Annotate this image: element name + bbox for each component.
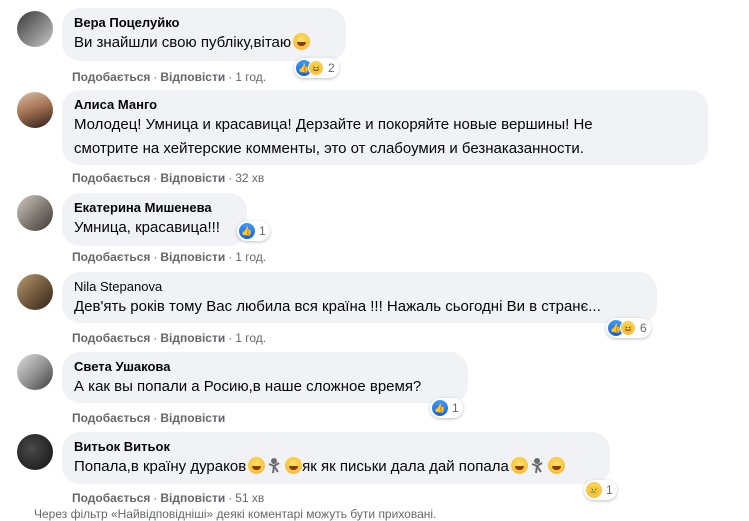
comment-bubble: Екатерина Мишенева Умница, красавица!!!: [62, 193, 247, 246]
separator-dot: ·: [228, 250, 233, 264]
comment-text: Попала,в країну дураков як як письки дала…: [74, 455, 598, 479]
comment-text-content: Ви знайшли свою публіку,вітаю: [74, 34, 292, 51]
reaction-count: 2: [328, 61, 335, 75]
laugh-emoji-icon: [510, 457, 528, 474]
separator-dot: ·: [153, 171, 158, 185]
sad-reaction-icon: 😢: [586, 482, 602, 498]
comment-time[interactable]: 1 год.: [235, 70, 266, 84]
comment-text: А как вы попали а Росию,в наше сложное в…: [74, 378, 422, 395]
comment-text-part: як як письки дала дай попала: [302, 458, 509, 475]
reply-link[interactable]: Відповісти: [160, 331, 225, 345]
reaction-summary[interactable]: 😢 1: [584, 480, 617, 500]
separator-dot: ·: [228, 171, 233, 185]
comment-author[interactable]: Алиса Манго: [74, 97, 696, 113]
comment-text-part: Попала,в країну дураков: [74, 458, 247, 475]
reply-link[interactable]: Відповісти: [160, 70, 225, 84]
separator-dot: ·: [228, 70, 233, 84]
comment-author[interactable]: Вера Поцелуйко: [74, 15, 334, 31]
reply-link[interactable]: Відповісти: [160, 171, 225, 185]
comment-author[interactable]: Nila Stepanova: [74, 279, 645, 295]
comment-time[interactable]: 1 год.: [235, 250, 266, 264]
like-reaction-icon: 👍: [239, 223, 255, 239]
comment-actions: Подобається · Відповісти · 32 хв: [72, 170, 264, 186]
dancing-figure-icon: [531, 458, 543, 474]
separator-dot: ·: [153, 411, 158, 425]
avatar[interactable]: [17, 92, 53, 128]
like-reaction-icon: 👍: [432, 400, 448, 416]
comment-bubble: Вера Поцелуйко Ви знайшли свою публіку,в…: [62, 8, 346, 61]
reply-link[interactable]: Відповісти: [160, 491, 225, 505]
smile-emoji-icon: [293, 33, 311, 50]
reply-link[interactable]: Відповісти: [160, 411, 225, 425]
separator-dot: ·: [228, 331, 233, 345]
dancing-figure-icon: [268, 458, 280, 474]
comment-actions: Подобається · Відповісти · 1 год.: [72, 69, 266, 85]
comment-bubble: Света Ушакова А как вы попали а Росию,в …: [62, 352, 468, 403]
comment-text: Умница, красавица!!!: [74, 219, 220, 236]
reaction-count: 1: [452, 401, 459, 415]
comment-bubble: Nila Stepanova Дев'ять років тому Вас лю…: [62, 272, 657, 323]
avatar[interactable]: [17, 11, 53, 47]
comment-actions: Подобається · Відповісти · 1 год.: [72, 330, 266, 346]
comment-bubble: Витьок Витьок Попала,в країну дураков як …: [62, 432, 610, 484]
comment-time[interactable]: 51 хв: [235, 491, 264, 505]
grin-emoji-icon: [285, 457, 303, 474]
avatar[interactable]: [17, 434, 53, 470]
comment-author[interactable]: Света Ушакова: [74, 359, 456, 375]
reaction-summary[interactable]: 👍 1: [430, 398, 463, 418]
grin-emoji-icon: [547, 457, 565, 474]
comment-author[interactable]: Екатерина Мишенева: [74, 200, 235, 216]
reaction-count: 6: [640, 321, 647, 335]
comment-actions: Подобається · Відповісти · 1 год.: [72, 249, 266, 265]
reply-link[interactable]: Відповісти: [160, 250, 225, 264]
like-link[interactable]: Подобається: [72, 70, 150, 84]
haha-reaction-icon: 😆: [308, 60, 324, 76]
like-link[interactable]: Подобається: [72, 331, 150, 345]
reaction-summary[interactable]: 👍 😆 6: [606, 318, 651, 338]
like-link[interactable]: Подобається: [72, 171, 150, 185]
avatar[interactable]: [17, 274, 53, 310]
separator-dot: ·: [153, 491, 158, 505]
reaction-summary[interactable]: 👍 😆 2: [294, 58, 339, 78]
separator-dot: ·: [153, 70, 158, 84]
comment-actions: Подобається · Відповісти: [72, 410, 225, 426]
haha-reaction-icon: 😆: [620, 320, 636, 336]
separator-dot: ·: [153, 250, 158, 264]
reaction-count: 1: [606, 483, 613, 497]
comment-time[interactable]: 1 год.: [235, 331, 266, 345]
comment-bubble: Алиса Манго Молодец! Умница и красавица!…: [62, 90, 708, 165]
like-link[interactable]: Подобається: [72, 250, 150, 264]
grin-emoji-icon: [248, 457, 266, 474]
comment-author[interactable]: Витьок Витьок: [74, 439, 598, 455]
reaction-count: 1: [259, 224, 266, 238]
comment-text-line: Молодец! Умница и красавица! Дерзайте и …: [74, 116, 593, 133]
avatar[interactable]: [17, 354, 53, 390]
comment-time[interactable]: 32 хв: [235, 171, 264, 185]
comment-actions: Подобається · Відповісти · 51 хв: [72, 490, 264, 506]
comment-text-line: смотрите на хейтерские комменты, это от …: [74, 140, 584, 157]
separator-dot: ·: [228, 491, 233, 505]
reaction-summary[interactable]: 👍 1: [237, 221, 270, 241]
comment-text: Ви знайшли свою публіку,вітаю: [74, 31, 334, 55]
comment-text: Дев'ять років тому Вас любила вся країна…: [74, 298, 601, 315]
filter-notice: Через фільтр «Найвідповідніші» деякі ком…: [34, 507, 437, 521]
avatar[interactable]: [17, 195, 53, 231]
like-link[interactable]: Подобається: [72, 411, 150, 425]
like-link[interactable]: Подобається: [72, 491, 150, 505]
separator-dot: ·: [153, 331, 158, 345]
